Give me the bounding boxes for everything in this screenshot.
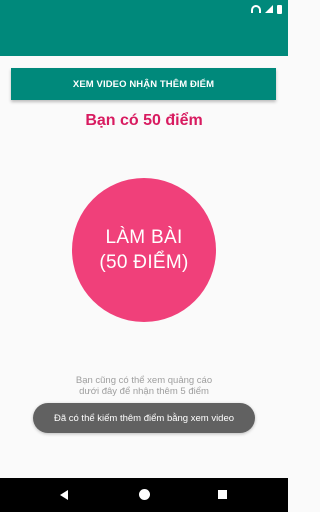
status-icons xyxy=(251,4,282,14)
wifi-icon xyxy=(251,5,261,13)
toast-text: Đã có thể kiếm thêm điểm bằng xem video xyxy=(53,412,235,424)
navigation-bar xyxy=(0,478,288,512)
battery-icon xyxy=(277,4,282,14)
start-quiz-label: LÀM BÀI xyxy=(105,227,183,248)
toast-message: Đã có thể kiếm thêm điểm bằng xem video xyxy=(33,403,255,433)
hint-line-2: dưới đây để nhận thêm 5 điểm xyxy=(79,386,209,397)
signal-icon xyxy=(265,5,273,13)
home-icon[interactable] xyxy=(139,489,150,500)
back-icon[interactable] xyxy=(60,490,68,500)
hint-line-1: Bạn cũng có thể xem quảng cáo xyxy=(75,375,213,386)
watch-video-button[interactable]: XEM VIDEO NHẬN THÊM ĐIỂM xyxy=(11,68,276,100)
quiz-points-label: (50 ĐIỂM) xyxy=(99,252,189,273)
recents-icon[interactable] xyxy=(218,490,227,499)
start-quiz-button[interactable]: LÀM BÀI (50 ĐIỂM) xyxy=(72,178,216,322)
hint-text: Bạn cũng có thể xem quảng cáo dưới đây đ… xyxy=(50,375,238,397)
watch-video-button-label: XEM VIDEO NHẬN THÊM ĐIỂM xyxy=(72,78,215,90)
app-bar xyxy=(0,18,288,56)
points-text: Bạn có 50 điểm xyxy=(85,112,203,129)
status-bar xyxy=(0,0,288,18)
